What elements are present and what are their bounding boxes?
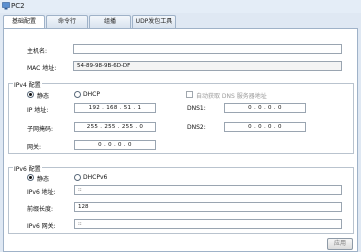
ipv6-gateway-input[interactable]: :: xyxy=(74,219,342,229)
pc-icon xyxy=(2,2,10,10)
ipv6-address-label: IPv6 地址: xyxy=(27,189,56,196)
ipv4-section-title: IPv4 配置 xyxy=(13,80,42,89)
ipv6-section-title: IPv6 配置 xyxy=(13,164,42,173)
mac-field: 54-89-98-9B-6D-DF xyxy=(73,61,342,71)
apply-button[interactable]: 应用 xyxy=(327,238,353,250)
tab-command-line[interactable]: 命令行 xyxy=(46,15,88,28)
prefix-length-label: 前缀长度: xyxy=(27,206,54,213)
ip-address-label: IP 地址: xyxy=(27,107,49,114)
ipv4-static-radio[interactable] xyxy=(27,91,34,98)
ipv6-gateway-label: IPv6 网关: xyxy=(27,223,56,230)
ipv6-static-label: 静态 xyxy=(37,176,50,183)
subnet-mask-input[interactable]: 255 . 255 . 255 . 0 xyxy=(74,122,156,132)
tab-multicast[interactable]: 组播 xyxy=(89,15,131,28)
dns1-label: DNS1: xyxy=(187,105,206,112)
tab-basic-config[interactable]: 基础配置 xyxy=(3,15,45,29)
hostname-label: 主机名: xyxy=(27,48,48,55)
ipv6-dhcp-label: DHCPv6 xyxy=(83,174,108,181)
mac-label: MAC 地址: xyxy=(27,65,57,72)
hostname-input[interactable] xyxy=(73,44,342,54)
dns2-label: DNS2: xyxy=(187,124,206,131)
tab-bar: 基础配置 命令行 组播 UDP发包工具 xyxy=(3,15,358,29)
dns1-input[interactable]: 0 . 0 . 0 . 0 xyxy=(224,103,306,113)
ipv4-dhcp-radio[interactable] xyxy=(74,91,81,98)
prefix-length-input[interactable]: 128 xyxy=(74,202,342,212)
ipv6-static-radio[interactable] xyxy=(27,174,34,181)
ipv4-group xyxy=(8,83,354,154)
ipv6-dhcp-radio[interactable] xyxy=(74,174,81,181)
subnet-mask-label: 子网掩码: xyxy=(27,126,54,133)
dns2-input[interactable]: 0 . 0 . 0 . 0 xyxy=(224,122,306,132)
title-bar: PC2 xyxy=(0,0,361,13)
pc-config-window: PC2 基础配置 命令行 组播 UDP发包工具 主机名: MAC 地址: 54-… xyxy=(0,0,361,252)
tab-udp-tool[interactable]: UDP发包工具 xyxy=(132,15,176,28)
gateway-input[interactable]: 0 . 0 . 0 . 0 xyxy=(74,140,156,150)
ipv4-dhcp-label: DHCP xyxy=(83,91,100,98)
auto-dns-label: 自动获取 DNS 服务器地址 xyxy=(196,93,267,100)
auto-dns-checkbox[interactable] xyxy=(186,91,193,98)
basic-config-panel: 主机名: MAC 地址: 54-89-98-9B-6D-DF IPv4 配置 静… xyxy=(3,28,358,252)
gateway-label: 网关: xyxy=(27,144,42,151)
ipv4-static-label: 静态 xyxy=(37,93,50,100)
ip-address-input[interactable]: 192 . 168 . 51 . 1 xyxy=(74,103,156,113)
ipv6-address-input[interactable]: :: xyxy=(74,185,342,195)
window-title: PC2 xyxy=(11,2,25,10)
